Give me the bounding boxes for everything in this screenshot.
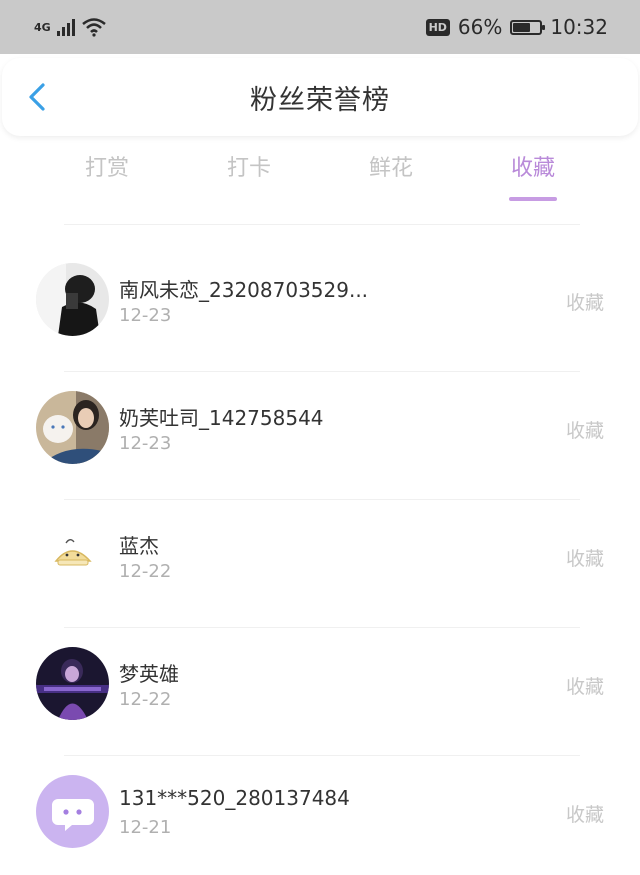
- list-item[interactable]: 南风未恋_23208703529... 12-23 收藏: [0, 244, 640, 372]
- default-avatar-icon[interactable]: [36, 775, 109, 848]
- avatar[interactable]: [36, 647, 109, 720]
- fan-name: 131***520_280137484: [119, 786, 350, 810]
- battery-icon: [510, 19, 546, 35]
- hd-badge: HD: [425, 18, 450, 36]
- favorite-label: 收藏: [565, 548, 604, 570]
- tab-label: 打赏: [84, 156, 129, 181]
- tab-checkin[interactable]: 打卡: [189, 150, 309, 206]
- fan-date: 12-23: [119, 433, 172, 454]
- page-title: 粉丝荣誉榜: [250, 84, 390, 116]
- page-header: 粉丝荣誉榜: [2, 58, 638, 136]
- list-item[interactable]: 131***520_280137484 12-21 收藏: [0, 756, 640, 875]
- chevron-left-icon[interactable]: [24, 82, 54, 112]
- divider: [64, 224, 580, 225]
- network-type: 4G: [34, 20, 51, 34]
- battery-level: [513, 22, 531, 32]
- signal-icon: [56, 18, 75, 36]
- fan-name: 奶芙吐司_142758544: [119, 406, 324, 430]
- clock: 10:32: [550, 15, 608, 39]
- tab-reward[interactable]: 打赏: [47, 150, 167, 206]
- avatar[interactable]: [36, 519, 109, 592]
- fan-name: 蓝杰: [119, 534, 159, 558]
- fan-date: 12-22: [119, 689, 172, 710]
- fan-date: 12-21: [119, 817, 172, 838]
- avatar[interactable]: [36, 391, 109, 464]
- tab-label: 鲜花: [368, 156, 413, 181]
- tab-flowers[interactable]: 鲜花: [331, 150, 451, 206]
- fan-name: 南风未恋_23208703529...: [119, 278, 369, 302]
- tab-label: 打卡: [226, 156, 271, 181]
- favorite-label: 收藏: [565, 420, 604, 442]
- status-right: HD 66% 10:32: [425, 15, 608, 39]
- battery-percent: 66%: [457, 15, 503, 39]
- active-tab-indicator: [509, 197, 557, 201]
- tab-bar: 打赏 打卡 鲜花 收藏: [0, 150, 640, 206]
- list-item[interactable]: 梦英雄 12-22 收藏: [0, 628, 640, 756]
- status-left: 4G: [34, 17, 107, 37]
- fan-list: 南风未恋_23208703529... 12-23 收藏 奶芙吐司_142758…: [0, 244, 640, 875]
- fan-date: 12-22: [119, 561, 172, 582]
- list-item[interactable]: 蓝杰 12-22 收藏: [0, 500, 640, 628]
- favorite-label: 收藏: [565, 804, 604, 826]
- avatar[interactable]: [36, 263, 109, 336]
- fan-name: 梦英雄: [119, 662, 179, 686]
- list-item[interactable]: 奶芙吐司_142758544 12-23 收藏: [0, 372, 640, 500]
- favorite-label: 收藏: [565, 292, 604, 314]
- tab-label: 收藏: [510, 156, 555, 181]
- status-bar: 4G HD 66% 10:32: [0, 0, 640, 54]
- wifi-icon: [81, 18, 106, 37]
- favorite-label: 收藏: [565, 676, 604, 698]
- tab-favorites[interactable]: 收藏: [473, 150, 593, 206]
- fan-date: 12-23: [119, 305, 172, 326]
